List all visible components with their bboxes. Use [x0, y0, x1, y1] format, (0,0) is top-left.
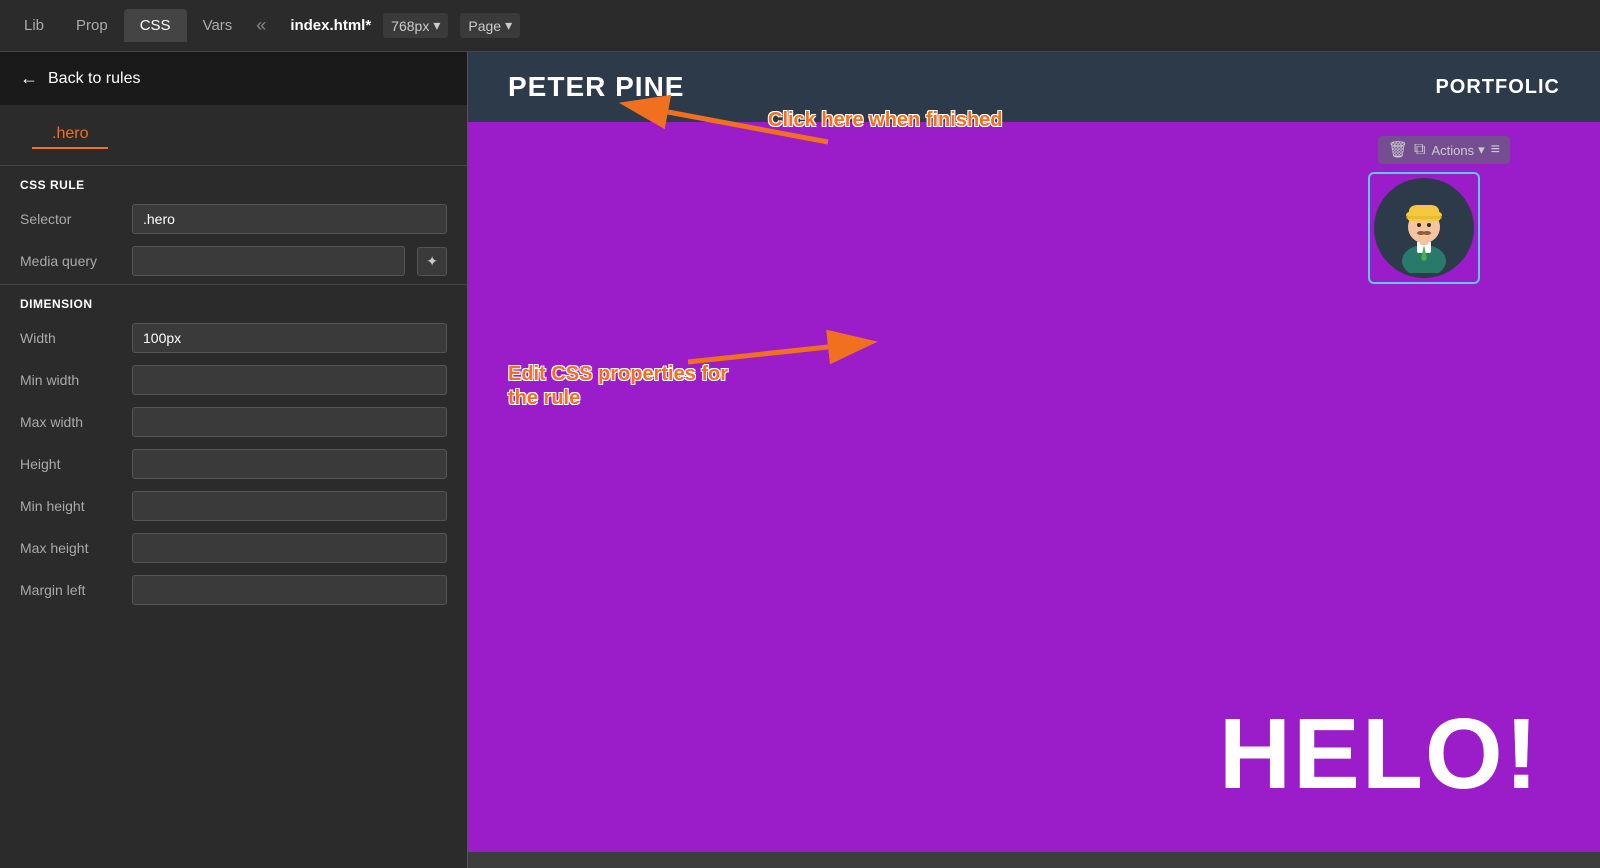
- copy-icon[interactable]: ⧉: [1414, 141, 1425, 159]
- width-label: Width: [20, 330, 120, 346]
- trash-icon[interactable]: 🗑: [1388, 140, 1408, 160]
- page-selector[interactable]: Page ▾: [460, 13, 520, 38]
- hamburger-icon[interactable]: ≡: [1491, 141, 1500, 159]
- tab-bar: Lib Prop CSS Vars « index.html* 768px ▾ …: [0, 0, 1600, 52]
- media-query-input[interactable]: [132, 246, 405, 276]
- file-name: index.html*: [290, 17, 371, 34]
- actions-dropdown[interactable]: Actions ▾: [1431, 142, 1484, 158]
- actions-chevron-icon: ▾: [1478, 142, 1485, 158]
- avatar-svg: [1379, 183, 1469, 273]
- preview-area: PETER PINE PORTFOLIC 🗑 ⧉ Actions ▾ ≡: [468, 52, 1600, 868]
- tab-vars[interactable]: Vars: [187, 9, 249, 42]
- selector-label: Selector: [20, 211, 120, 227]
- viewport-chevron-icon: ▾: [433, 17, 440, 34]
- page-chevron-icon: ▾: [505, 17, 512, 34]
- height-label: Height: [20, 456, 120, 472]
- main-area: ← Back to rules .hero CSS RULE Selector …: [0, 52, 1600, 868]
- selector-pill[interactable]: .hero: [32, 117, 108, 149]
- margin-left-input[interactable]: [132, 575, 447, 605]
- selector-row: Selector: [0, 198, 467, 240]
- width-input[interactable]: [132, 323, 447, 353]
- wand-button[interactable]: ✦: [417, 247, 447, 276]
- website-nav: PETER PINE PORTFOLIC: [468, 52, 1600, 122]
- max-width-input[interactable]: [132, 407, 447, 437]
- back-to-rules-button[interactable]: ← Back to rules: [0, 52, 467, 105]
- max-width-row: Max width: [0, 401, 467, 443]
- min-height-label: Min height: [20, 498, 120, 514]
- media-query-row: Media query ✦: [0, 240, 467, 282]
- max-height-input[interactable]: [132, 533, 447, 563]
- hero-avatar-container[interactable]: [1368, 172, 1480, 284]
- tab-css[interactable]: CSS: [124, 9, 187, 42]
- max-height-label: Max height: [20, 540, 120, 556]
- height-row: Height: [0, 443, 467, 485]
- margin-left-row: Margin left: [0, 569, 467, 611]
- sidebar: ← Back to rules .hero CSS RULE Selector …: [0, 52, 468, 868]
- height-input[interactable]: [132, 449, 447, 479]
- back-arrow-icon: ←: [20, 68, 38, 89]
- selector-input[interactable]: [132, 204, 447, 234]
- min-width-input[interactable]: [132, 365, 447, 395]
- back-label: Back to rules: [48, 70, 140, 88]
- max-height-row: Max height: [0, 527, 467, 569]
- collapse-button[interactable]: «: [248, 11, 274, 40]
- viewport-value: 768px: [391, 18, 429, 34]
- nav-portfolio: PORTFOLIC: [1435, 76, 1560, 99]
- width-row: Width: [0, 317, 467, 359]
- max-width-label: Max width: [20, 414, 120, 430]
- tab-prop[interactable]: Prop: [60, 9, 124, 42]
- css-rule-section-header: CSS RULE: [0, 168, 467, 198]
- dimension-section-header: DIMENSION: [0, 287, 467, 317]
- min-width-label: Min width: [20, 372, 120, 388]
- actions-label: Actions: [1431, 143, 1474, 158]
- min-width-row: Min width: [0, 359, 467, 401]
- media-query-label: Media query: [20, 253, 120, 269]
- actions-toolbar: 🗑 ⧉ Actions ▾ ≡: [1378, 136, 1510, 164]
- hero-helo-text: HELO!: [1219, 697, 1540, 812]
- viewport-selector[interactable]: 768px ▾: [383, 13, 448, 38]
- page-value: Page: [468, 18, 501, 34]
- nav-title: PETER PINE: [508, 71, 684, 103]
- margin-left-label: Margin left: [20, 582, 120, 598]
- avatar: [1374, 178, 1474, 278]
- min-height-row: Min height: [0, 485, 467, 527]
- website-hero: 🗑 ⧉ Actions ▾ ≡: [468, 122, 1600, 852]
- tab-lib[interactable]: Lib: [8, 9, 60, 42]
- preview-canvas: PETER PINE PORTFOLIC 🗑 ⧉ Actions ▾ ≡: [468, 52, 1600, 868]
- min-height-input[interactable]: [132, 491, 447, 521]
